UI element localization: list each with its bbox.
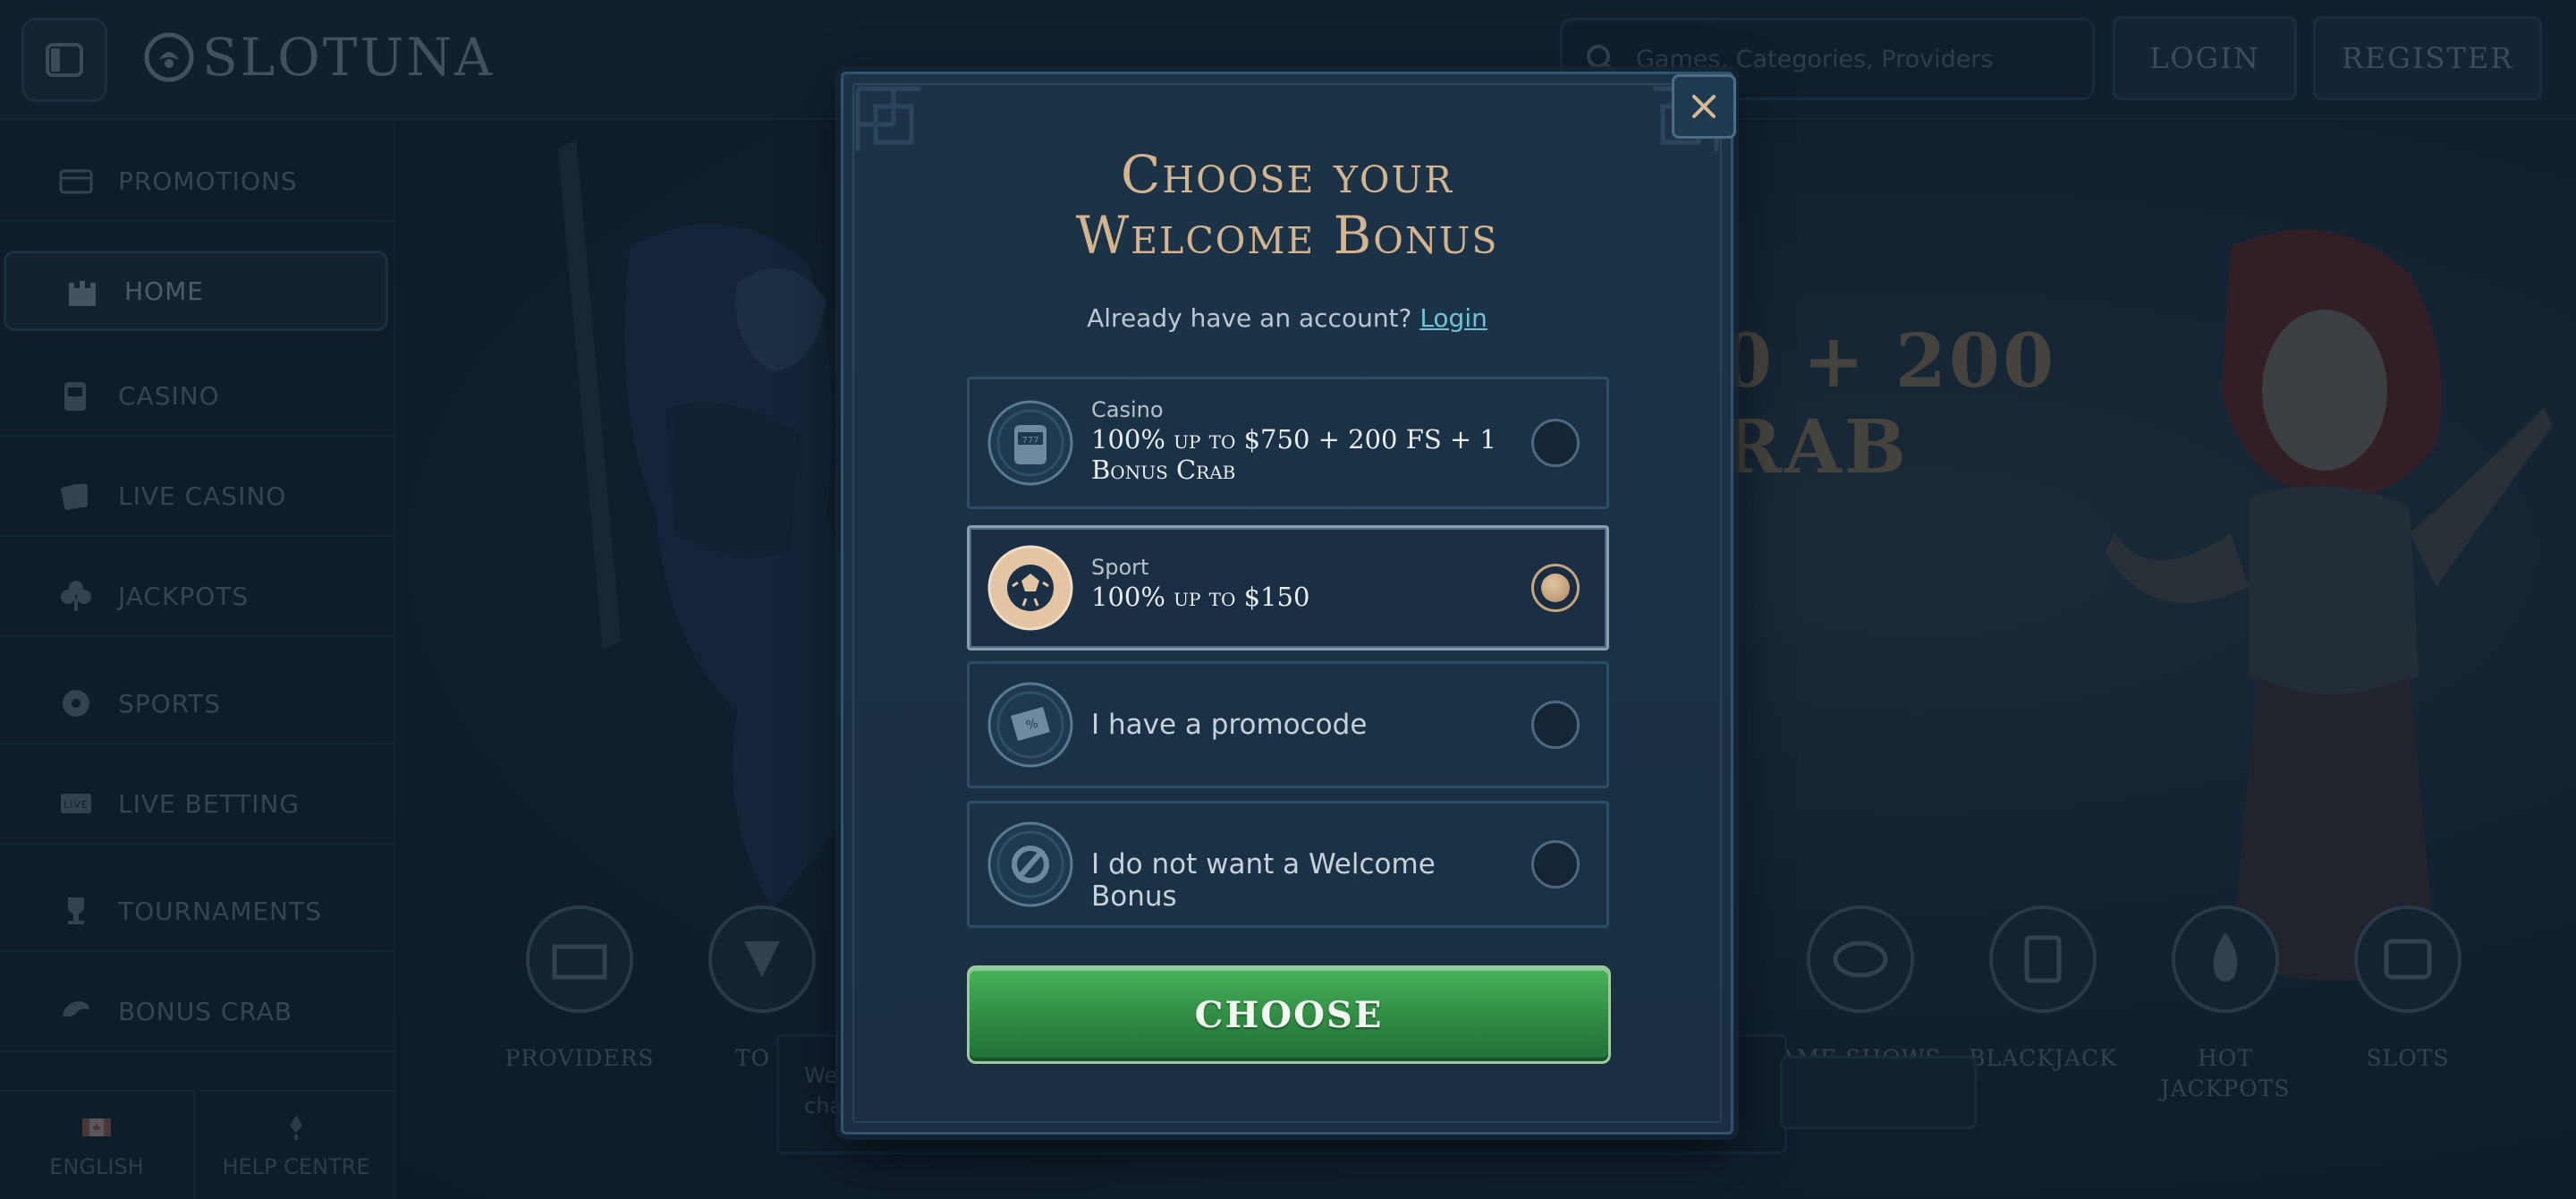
option-category: Sport [1091, 555, 1149, 580]
radio-sport[interactable] [1531, 564, 1580, 612]
option-title: 100% up to $750 + 200 FS + 1 Bonus Crab [1091, 424, 1496, 485]
option-icon-casino: 777 [986, 398, 1075, 488]
subtitle-text: Already have an account? [1087, 303, 1412, 333]
no-symbol-icon [987, 821, 1073, 907]
ticket-icon: % [987, 682, 1073, 768]
radio-selected-dot [1541, 574, 1570, 602]
radio-no-bonus[interactable] [1531, 840, 1580, 889]
option-category: Casino [1091, 397, 1164, 422]
modal-title-line2: Welcome Bonus [1075, 205, 1499, 266]
soccer-ball-icon [987, 545, 1073, 631]
option-icon-sport [986, 543, 1075, 633]
option-title: I have a promocode [1091, 709, 1368, 741]
close-icon [1692, 95, 1716, 118]
option-text: I do not want a Welcome Bonus [1091, 848, 1499, 913]
welcome-bonus-modal: Choose your Welcome Bonus Already have a… [841, 72, 1736, 1135]
option-title: I do not want a Welcome Bonus [1091, 848, 1436, 913]
radio-casino[interactable] [1531, 419, 1580, 467]
option-title: 100% up to $150 [1091, 582, 1310, 612]
choose-button[interactable]: CHOOSE [967, 965, 1611, 1064]
option-text: Sport 100% up to $150 [1091, 553, 1499, 612]
option-icon-promocode: % [986, 680, 1075, 770]
modal-subtitle: Already have an account? Login [843, 303, 1731, 333]
slot-machine-icon: 777 [987, 400, 1073, 486]
option-text: Casino 100% up to $750 + 200 FS + 1 Bonu… [1091, 395, 1499, 485]
bonus-option-promocode[interactable]: % I have a promocode [967, 661, 1609, 788]
modal-title-line1: Choose your [1121, 144, 1453, 205]
bonus-option-sport[interactable]: Sport 100% up to $150 [967, 525, 1609, 651]
svg-text:777: 777 [1021, 436, 1038, 446]
close-button[interactable] [1672, 74, 1736, 139]
option-icon-no-bonus [986, 820, 1075, 909]
option-text: I have a promocode [1091, 709, 1499, 741]
radio-promocode[interactable] [1531, 701, 1580, 749]
bonus-option-no-bonus[interactable]: I do not want a Welcome Bonus [967, 801, 1609, 928]
bonus-option-casino[interactable]: 777 Casino 100% up to $750 + 200 FS + 1 … [967, 377, 1609, 509]
login-link[interactable]: Login [1419, 303, 1487, 333]
modal-title: Choose your Welcome Bonus [843, 144, 1731, 266]
